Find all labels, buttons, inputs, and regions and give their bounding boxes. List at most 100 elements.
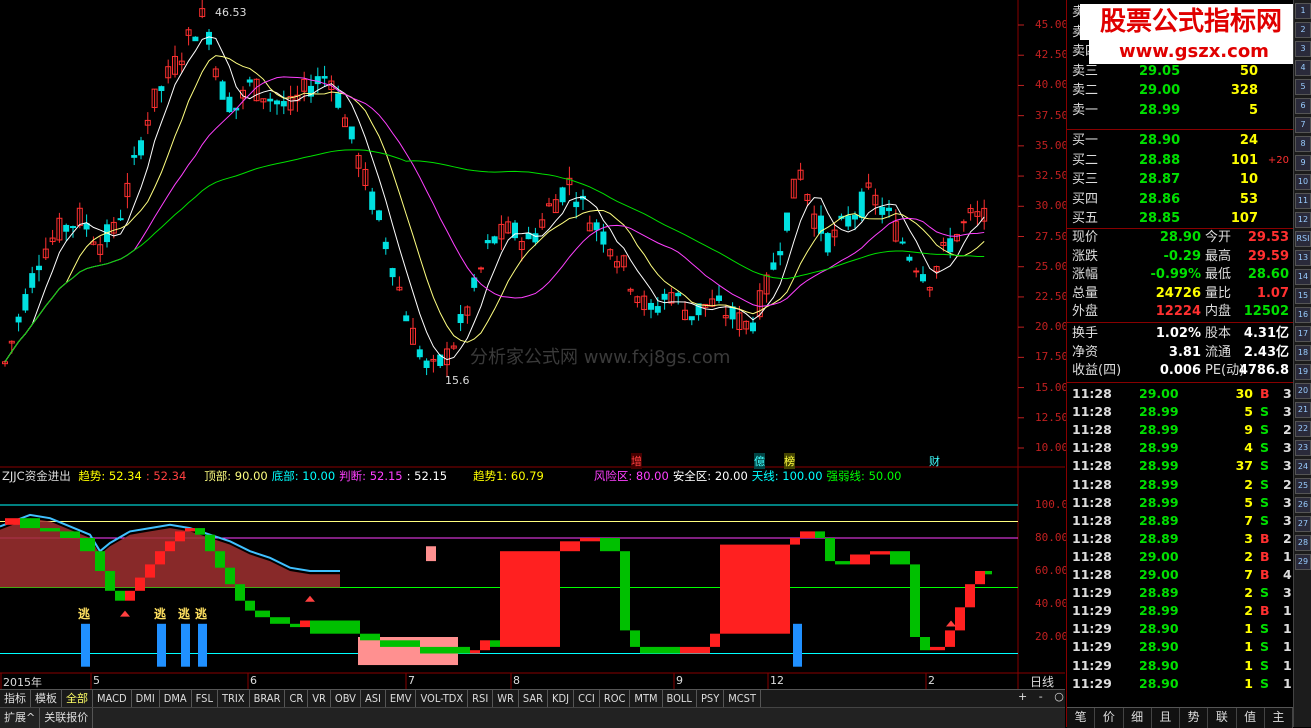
- side-tool-icon[interactable]: 25: [1295, 478, 1311, 494]
- tab-vol-tdx[interactable]: VOL-TDX: [416, 690, 469, 707]
- side-tool-icon[interactable]: 3: [1295, 41, 1311, 57]
- event-tag-zeng[interactable]: 增: [631, 453, 642, 469]
- tab-emv[interactable]: EMV: [386, 690, 417, 707]
- indicator-step: [500, 551, 560, 647]
- tab-模板[interactable]: 模板: [31, 690, 62, 707]
- side-tool-icon[interactable]: 16: [1295, 307, 1311, 323]
- tick-side: B: [1260, 603, 1270, 619]
- side-tool-icon[interactable]: 24: [1295, 459, 1311, 475]
- side-tool-icon[interactable]: 14: [1295, 269, 1311, 285]
- tab-dmi[interactable]: DMI: [132, 690, 160, 707]
- indicator-step: [380, 640, 420, 647]
- tab-kdj[interactable]: KDJ: [548, 690, 575, 707]
- order-buy-row: 买五 28.85 107: [1067, 210, 1293, 228]
- panel-tab[interactable]: 值: [1237, 708, 1265, 728]
- tab-fsl[interactable]: FSL: [192, 690, 218, 707]
- tick-price: 28.90: [1139, 621, 1179, 637]
- tab-macd[interactable]: MACD: [93, 690, 132, 707]
- tick-volume: 5: [1244, 494, 1253, 510]
- tick-row: 11:29 28.90 1 S 1: [1067, 657, 1293, 675]
- side-tool-icon[interactable]: 7: [1295, 117, 1311, 133]
- side-tool-icon[interactable]: 11: [1295, 193, 1311, 209]
- side-tool-icon[interactable]: 13: [1295, 250, 1311, 266]
- candle-down: [729, 306, 736, 320]
- side-tool-icon[interactable]: 1: [1295, 3, 1311, 19]
- quote-value: 4.31亿: [1243, 326, 1289, 341]
- panel-tab[interactable]: 联: [1208, 708, 1237, 728]
- zoom-out-button[interactable]: -: [1039, 690, 1043, 703]
- tab-rsi[interactable]: RSI: [468, 690, 494, 707]
- side-tool-icon[interactable]: 26: [1295, 497, 1311, 513]
- side-tool-icon[interactable]: 10: [1295, 174, 1311, 190]
- side-tool-icon[interactable]: 19: [1295, 364, 1311, 380]
- reset-button[interactable]: ○: [1054, 690, 1064, 703]
- tab-brar[interactable]: BRAR: [250, 690, 286, 707]
- side-tool-icon[interactable]: 8: [1295, 136, 1311, 152]
- side-tool-icon[interactable]: 6: [1295, 98, 1311, 114]
- side-tool-icon[interactable]: 4: [1295, 60, 1311, 76]
- panel-tab[interactable]: 且: [1152, 708, 1180, 728]
- date-axis-label: 2: [928, 674, 935, 687]
- escape-signal: 逃: [154, 607, 167, 621]
- event-tag-bang[interactable]: 榜: [784, 453, 795, 469]
- side-tool-icon[interactable]: 5: [1295, 79, 1311, 95]
- tab-mtm[interactable]: MTM: [630, 690, 663, 707]
- candle-down: [770, 262, 777, 270]
- tab-全部[interactable]: 全部: [62, 690, 93, 707]
- side-tool-icon[interactable]: 18: [1295, 345, 1311, 361]
- tab-asi[interactable]: ASI: [361, 690, 386, 707]
- indicator-step: [155, 551, 165, 565]
- tab-mcst[interactable]: MCST: [724, 690, 762, 707]
- side-tool-icon[interactable]: 17: [1295, 326, 1311, 342]
- tick-row: 11:29 28.90 1 S 1: [1067, 675, 1293, 693]
- period-label[interactable]: 日线: [1030, 673, 1054, 690]
- tab-sar[interactable]: SAR: [519, 690, 549, 707]
- side-tool-icon[interactable]: 2: [1295, 22, 1311, 38]
- order-label: 卖一: [1072, 102, 1099, 118]
- side-tool-icon[interactable]: 20: [1295, 383, 1311, 399]
- panel-tab[interactable]: 价: [1095, 708, 1124, 728]
- linked-quote-button[interactable]: 关联报价: [40, 708, 94, 728]
- tab-obv[interactable]: OBV: [331, 690, 361, 707]
- tab-boll[interactable]: BOLL: [663, 690, 697, 707]
- tab-cci[interactable]: CCI: [574, 690, 600, 707]
- quote-value: 4786.8: [1238, 363, 1289, 378]
- panel-tab[interactable]: 笔: [1067, 708, 1096, 728]
- side-tool-icon[interactable]: 27: [1295, 516, 1311, 532]
- event-tag-yi[interactable]: 億: [754, 453, 765, 469]
- order-volume: 50: [1239, 63, 1258, 79]
- tab-psy[interactable]: PSY: [697, 690, 725, 707]
- panel-tab[interactable]: 主: [1265, 708, 1293, 728]
- side-tool-icon[interactable]: RSI: [1295, 231, 1311, 247]
- side-tool-icon[interactable]: 23: [1295, 440, 1311, 456]
- tab-vr[interactable]: VR: [308, 690, 331, 707]
- side-tool-icon[interactable]: 28: [1295, 535, 1311, 551]
- tab-dma[interactable]: DMA: [160, 690, 192, 707]
- side-tool-icon[interactable]: 9: [1295, 155, 1311, 171]
- expand-button[interactable]: 扩展^: [0, 708, 41, 728]
- panel-tab[interactable]: 细: [1124, 708, 1152, 728]
- side-tool-icon[interactable]: 22: [1295, 421, 1311, 437]
- side-tool-icon[interactable]: 15: [1295, 288, 1311, 304]
- tab-roc[interactable]: ROC: [600, 690, 631, 707]
- side-tool-icon[interactable]: 21: [1295, 402, 1311, 418]
- panel-tab[interactable]: 势: [1180, 708, 1209, 728]
- event-tag-cai[interactable]: 财: [929, 453, 940, 469]
- tab-指标[interactable]: 指标: [0, 690, 31, 707]
- order-buy-row: 买一 28.90 24: [1067, 132, 1293, 150]
- candle-down: [369, 191, 376, 210]
- tick-side: S: [1260, 675, 1270, 691]
- side-tool-icon[interactable]: 12: [1295, 212, 1311, 228]
- tab-trix[interactable]: TRIX: [218, 690, 250, 707]
- quote-separator: [1067, 322, 1293, 323]
- indicator-value: : 52.15: [406, 469, 448, 483]
- side-tool-icon[interactable]: 29: [1295, 554, 1311, 570]
- zoom-in-button[interactable]: +: [1018, 690, 1027, 703]
- tab-cr[interactable]: CR: [285, 690, 309, 707]
- tick-price: 29.00: [1139, 567, 1179, 582]
- candle-down: [376, 210, 382, 221]
- quote-value: -0.29: [1163, 248, 1201, 264]
- order-volume: 5: [1248, 102, 1258, 118]
- candle-down: [389, 268, 396, 278]
- tab-wr[interactable]: WR: [493, 690, 519, 707]
